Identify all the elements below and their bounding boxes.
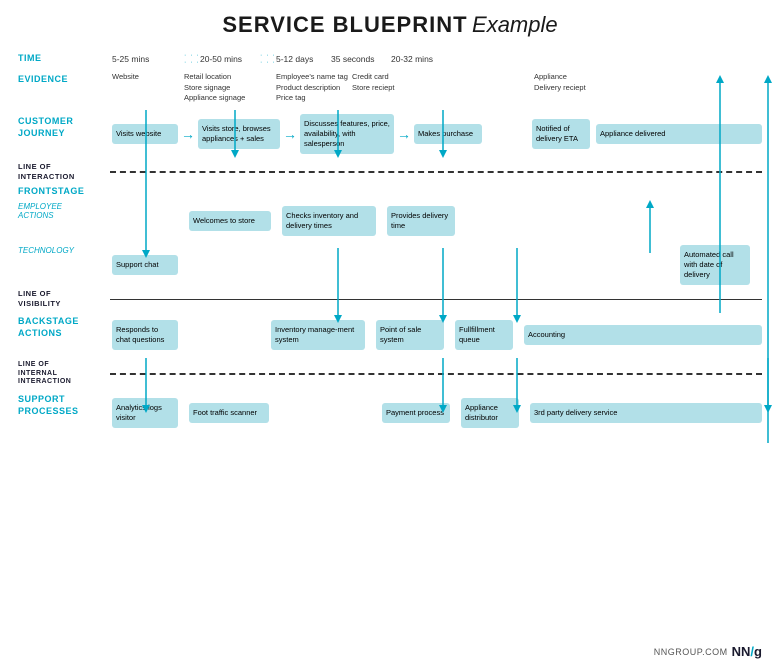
page: SERVICE BLUEPRINT Example TIME EVIDENCE … (0, 0, 780, 669)
tech-step-0: Support chat (112, 255, 178, 275)
time-seg-1: 20-50 mins (200, 54, 260, 64)
evidence-0: Website (112, 72, 184, 81)
time-row: 5-25 mins · · · · · · 20-50 mins · · · ·… (110, 48, 762, 70)
line-of-internal-interaction (110, 360, 762, 388)
visibility-label: LINE OF VISIBILITY (18, 288, 110, 310)
journey-step-3: Makes purchase (414, 124, 482, 144)
footer-brand: NN/g (732, 644, 762, 659)
technology-label: TECHNOLOGY (18, 242, 110, 288)
support-step-6: 3rd party delivery service (530, 403, 762, 423)
title-bold: SERVICE BLUEPRINT (222, 12, 467, 37)
support-step-4: Appliance distributor (461, 398, 519, 428)
support-label: SUPPORT PROCESSES (18, 388, 110, 438)
title-area: SERVICE BLUEPRINT Example (18, 12, 762, 38)
title-italic: Example (472, 12, 558, 37)
customer-journey-label: CUSTOMER JOURNEY (18, 108, 110, 160)
footer-text: NNGROUP.COM (654, 647, 728, 657)
evidence-1: Retail location Store signage Appliance … (184, 72, 276, 104)
evidence-row: Website Retail location Store signage Ap… (110, 70, 762, 108)
backstage-label: BACKSTAGE ACTIONS (18, 310, 110, 360)
employee-actions-row: Welcomes to store Checks inventory and d… (110, 200, 762, 242)
backstage-step-3: Point of sale system (376, 320, 444, 350)
journey-step-2: Discusses features, price, availability,… (300, 114, 394, 153)
backstage-row: Responds to chat questions Inventory man… (110, 310, 762, 360)
employee-step-3: Provides delivery time (387, 206, 455, 236)
time-label: TIME (18, 48, 110, 70)
customer-journey-row: Visits website → Visits store, browses a… (110, 108, 762, 160)
footer: NNGROUP.COM NN/g (654, 644, 762, 659)
frontstage-label: FRONTSTAGE (18, 184, 110, 200)
evidence-3: Credit card Store reciept (352, 72, 424, 93)
employee-step-1: Welcomes to store (189, 211, 271, 231)
backstage-step-2: Inventory manage-ment system (271, 320, 365, 350)
support-row: Analytics logs visitor Foot traffic scan… (110, 388, 762, 438)
support-step-1: Foot traffic scanner (189, 403, 269, 423)
backstage-step-4: Fullfillment queue (455, 320, 513, 350)
line-of-visibility (110, 288, 762, 310)
backstage-step-0: Responds to chat questions (112, 320, 178, 350)
time-seg-0: 5-25 mins (112, 54, 184, 64)
internal-interaction-label: LINE OF INTERNAL INTERACTION (18, 360, 110, 388)
time-seg-4: 20-32 mins (391, 54, 762, 64)
backstage-step-6: Accounting (524, 325, 762, 345)
technology-row: Support chat Automated call with date of… (110, 242, 762, 288)
employee-step-2: Checks inventory and delivery times (282, 206, 376, 236)
time-seg-2: 5-12 days (276, 54, 331, 64)
line-interaction-label: LINE OF INTERACTION (18, 160, 110, 184)
employee-label: EMPLOYEE ACTIONS (18, 200, 110, 242)
journey-step-6: Appliance delivered (596, 124, 762, 144)
line-of-interaction (110, 160, 762, 184)
evidence-6: Appliance Delivery reciept (534, 72, 762, 93)
tech-step-5: Automated call with date of delivery (680, 245, 750, 284)
support-step-0: Analytics logs visitor (112, 398, 178, 428)
time-seg-3: 35 seconds (331, 54, 391, 64)
evidence-2: Employee's name tag Product description … (276, 72, 352, 104)
journey-step-5: Notified of delivery ETA (532, 119, 590, 149)
frontstage-spacer (110, 184, 762, 200)
journey-step-0: Visits website (112, 124, 178, 144)
support-step-3: Payment process (382, 403, 450, 423)
evidence-label: EVIDENCE (18, 70, 110, 108)
journey-step-1: Visits store, browses appliances + sales (198, 119, 280, 149)
